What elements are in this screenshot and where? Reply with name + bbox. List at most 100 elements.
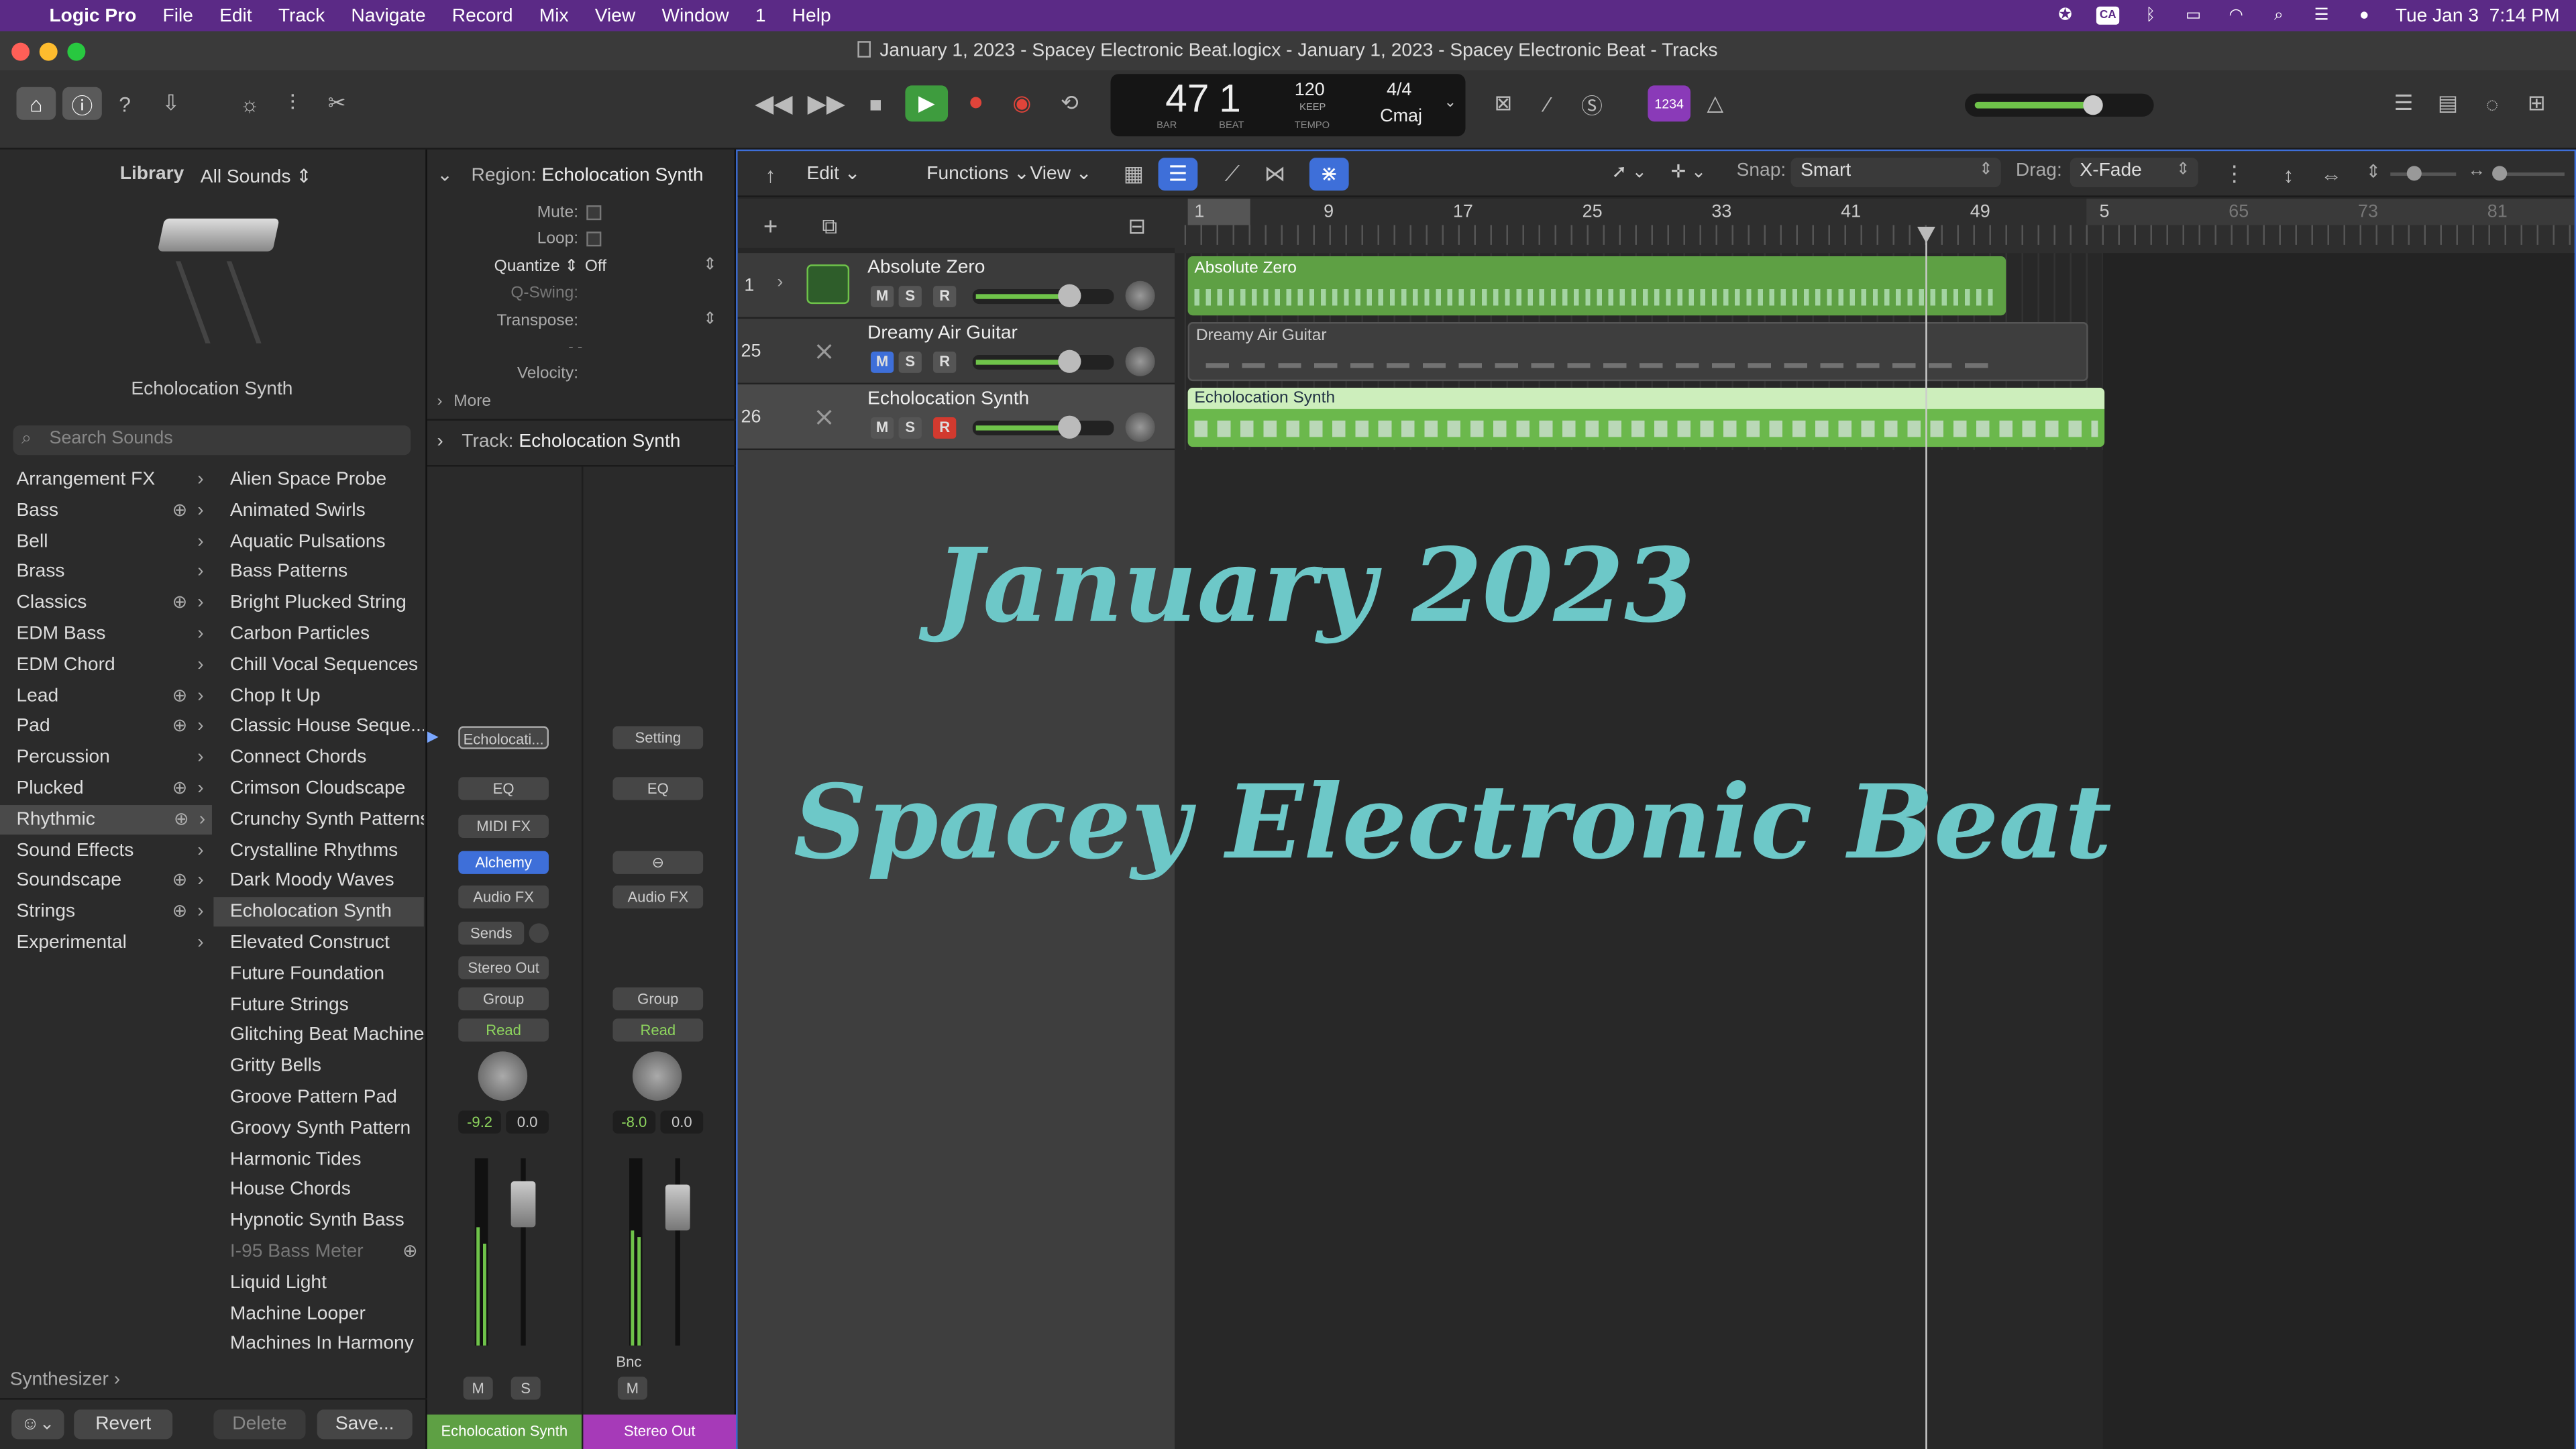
sound-item[interactable]: Groove Pattern Pad xyxy=(213,1083,423,1112)
strip1-instrument-button[interactable]: Alchemy xyxy=(458,851,549,874)
delete-button[interactable]: Delete xyxy=(213,1409,306,1440)
solo-button[interactable]: S xyxy=(898,417,922,439)
record-enable-button[interactable]: R xyxy=(933,352,957,373)
strip2-pan-value[interactable]: 0.0 xyxy=(660,1110,704,1134)
library-action-menu[interactable]: ☺⌄ xyxy=(11,1409,64,1440)
category-item[interactable]: Soundscape ⊕ › xyxy=(16,867,210,896)
count-in-button[interactable]: 1234 xyxy=(1648,85,1691,122)
category-item[interactable]: Strings ⊕ › xyxy=(16,898,210,927)
menu-edit[interactable]: Edit xyxy=(207,6,266,25)
download-icon[interactable]: ⊕ xyxy=(402,1240,418,1261)
sound-item[interactable]: Chill Vocal Sequences xyxy=(213,650,423,680)
quantize-label[interactable]: Quantize ⇕ xyxy=(427,258,578,276)
track-name[interactable]: Absolute Zero xyxy=(867,258,985,277)
vertical-fit-icon[interactable]: ↕ xyxy=(2269,158,2308,191)
strip1-name[interactable]: Echolocation Synth xyxy=(427,1414,582,1449)
volume-knob[interactable] xyxy=(1058,415,1081,439)
spotlight-icon[interactable]: ⌕ xyxy=(2267,7,2290,25)
input-source-icon[interactable]: CA xyxy=(2096,6,2120,25)
solo-button[interactable]: S xyxy=(898,352,922,373)
strip1-eq-button[interactable]: EQ xyxy=(458,777,549,800)
horizontal-zoom-knob[interactable] xyxy=(2492,166,2508,181)
record-enable-button[interactable]: R xyxy=(933,286,957,307)
region-echolocation-synth[interactable]: Echolocation Synth xyxy=(1187,387,2105,447)
menu-help[interactable]: Help xyxy=(779,6,844,25)
save-button[interactable]: Save... xyxy=(317,1409,413,1440)
strip2-name[interactable]: Stereo Out xyxy=(583,1414,737,1449)
inspector-toggle-icon[interactable]: ⓘ xyxy=(62,87,102,120)
sound-item[interactable]: Crimson Cloudscape xyxy=(213,773,423,803)
sound-item[interactable]: Machine Looper xyxy=(213,1299,423,1328)
browsers-icon[interactable]: ⊞ xyxy=(2517,87,2557,120)
record-enable-button[interactable]: R xyxy=(933,417,957,439)
strip2-audio-fx-button[interactable]: Audio FX xyxy=(612,885,704,909)
revert-button[interactable]: Revert xyxy=(74,1409,173,1440)
minimize-window-button[interactable] xyxy=(39,42,58,61)
category-item[interactable]: Sound Effects › xyxy=(16,836,210,865)
lcd-dropdown-icon[interactable]: ⌄ xyxy=(1444,94,1456,112)
volume-slider[interactable] xyxy=(972,284,1114,307)
sound-item[interactable]: Machines In Harmony xyxy=(213,1330,423,1359)
view-menu[interactable]: View ⌄ xyxy=(1030,161,1092,184)
loop-browser-icon[interactable]: ◌ xyxy=(2473,87,2512,120)
waveform-zoom-icon[interactable]: ⋮ xyxy=(2214,158,2254,191)
category-item[interactable]: Bell › xyxy=(16,527,210,556)
sound-item[interactable]: Echolocation Synth xyxy=(213,897,424,927)
master-volume-slider[interactable] xyxy=(1965,93,2154,117)
strip1-solo-button[interactable]: S xyxy=(511,1377,541,1400)
tuner-icon[interactable]: ⁄ xyxy=(1528,87,1568,120)
strip2-link-button[interactable]: ⊖ xyxy=(612,851,704,874)
list-editors-icon[interactable]: ☰ xyxy=(2383,87,2423,120)
library-filter[interactable]: All Sounds ⇕ xyxy=(201,164,312,187)
bluetooth-icon[interactable]: ᛒ xyxy=(2139,7,2162,25)
sound-item[interactable]: Aquatic Pulsations xyxy=(213,527,423,556)
download-icon[interactable]: ⊕ xyxy=(172,773,188,803)
strip1-setting-button[interactable]: Echolocati... xyxy=(458,726,549,749)
pan-knob[interactable] xyxy=(1125,280,1155,311)
strip2-fader-cap[interactable] xyxy=(665,1184,690,1231)
download-icon[interactable]: ⊕ xyxy=(172,681,188,710)
solo-mode-icon[interactable]: Ⓢ xyxy=(1572,87,1612,120)
accessibility-icon[interactable]: ✪ xyxy=(2053,7,2076,25)
vertical-zoom-knob[interactable] xyxy=(2406,166,2422,181)
volume-slider[interactable] xyxy=(972,350,1114,373)
volume-knob[interactable] xyxy=(1058,350,1081,373)
siri-icon[interactable]: ● xyxy=(2353,7,2375,25)
category-item[interactable]: Rhythmic ⊕ › xyxy=(0,804,212,835)
download-icon[interactable]: ⊕ xyxy=(172,898,188,927)
stop-icon[interactable]: ■ xyxy=(856,87,896,120)
loop-checkbox[interactable] xyxy=(586,231,602,247)
menu-record[interactable]: Record xyxy=(439,6,526,25)
cycle-icon[interactable]: ⟲ xyxy=(1050,87,1089,120)
forward-icon[interactable]: ▶▶ xyxy=(806,87,846,120)
category-item[interactable]: Arrangement FX › xyxy=(16,465,210,494)
sound-item[interactable]: Gritty Bells xyxy=(213,1052,423,1081)
strip2-bounce-label[interactable]: Bnc xyxy=(616,1354,641,1370)
strip2-pan-knob[interactable] xyxy=(632,1051,682,1101)
toolbar-toggle-icon[interactable]: ⇩ xyxy=(151,87,191,120)
master-volume-knob[interactable] xyxy=(2083,95,2103,115)
edit-menu[interactable]: Edit ⌄ xyxy=(806,161,860,184)
snap-select[interactable]: Smart ⇕ xyxy=(1790,158,2001,188)
quantize-stepper-icon[interactable]: ⇕ xyxy=(703,256,717,274)
region-header[interactable]: ⌄ Region: Echolocation Synth xyxy=(437,162,703,185)
menu-app[interactable]: Logic Pro xyxy=(36,6,150,25)
sound-item[interactable]: Bass Patterns xyxy=(213,557,423,587)
sound-item[interactable]: Bright Plucked String xyxy=(213,588,423,618)
quantize-value[interactable]: Off xyxy=(585,258,606,276)
editors-icon[interactable]: ✂ xyxy=(317,87,357,120)
flex-icon[interactable]: ⋈ xyxy=(1255,158,1295,191)
track-name[interactable]: Dreamy Air Guitar xyxy=(867,323,1018,343)
sound-item[interactable]: Glitching Beat Machine xyxy=(213,1021,424,1051)
control-center-icon[interactable]: ☰ xyxy=(2310,7,2332,25)
strip2-eq-button[interactable]: EQ xyxy=(612,777,704,800)
sound-item[interactable]: Animated Swirls xyxy=(213,496,423,525)
pan-knob[interactable] xyxy=(1125,346,1155,376)
lcd-display[interactable]: 47 1 BAR BEAT 120 KEEP TEMPO 4/4 Cmaj ⌄ xyxy=(1110,74,1466,137)
track-name[interactable]: Echolocation Synth xyxy=(867,389,1029,409)
sound-item[interactable]: Chop It Up xyxy=(213,681,423,710)
snap-catch-icon[interactable]: ⋇ xyxy=(1309,158,1349,191)
vertical-zoom-slider[interactable] xyxy=(2390,166,2457,181)
sound-item[interactable]: Crystalline Rhythms xyxy=(213,836,423,865)
download-icon[interactable]: ⊕ xyxy=(174,805,189,835)
